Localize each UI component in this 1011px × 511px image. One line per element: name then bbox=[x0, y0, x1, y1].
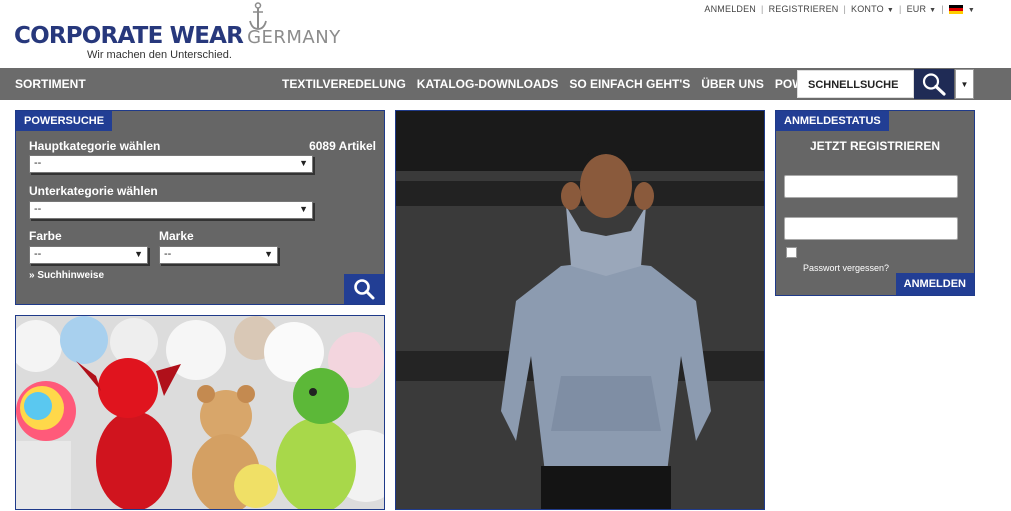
login-submit-button[interactable]: ANMELDEN bbox=[895, 273, 974, 295]
nav-items: TEXTILVEREDELUNG KATALOG-DOWNLOADS SO EI… bbox=[282, 77, 862, 91]
sub-category-select[interactable]: -- ▼ bbox=[29, 201, 313, 219]
hero-hoodie-model-image bbox=[396, 111, 764, 509]
register-now-heading[interactable]: JETZT REGISTRIEREN bbox=[776, 139, 974, 153]
username-input[interactable] bbox=[784, 175, 958, 198]
brand-label: Marke bbox=[159, 229, 194, 243]
caret-down-icon: ▼ bbox=[929, 7, 937, 15]
password-input[interactable] bbox=[784, 217, 958, 240]
plush-toys-image bbox=[16, 316, 384, 509]
separator: | bbox=[761, 4, 764, 15]
brand-logo[interactable]: CORPORATE WEAR GERMANY Wir machen den Unt… bbox=[14, 2, 340, 64]
chevron-down-icon: ▼ bbox=[134, 249, 143, 259]
nav-sortiment[interactable]: SORTIMENT bbox=[15, 77, 86, 91]
login-link[interactable]: ANMELDEN bbox=[704, 4, 756, 14]
chevron-down-icon: ▼ bbox=[264, 249, 273, 259]
article-count: 6089 Artikel bbox=[309, 139, 376, 153]
quick-search-input[interactable]: SCHNELLSUCHE bbox=[797, 70, 914, 98]
caret-down-icon: ▼ bbox=[886, 7, 895, 15]
chevron-down-icon: ▼ bbox=[299, 204, 308, 214]
brand-suffix: GERMANY bbox=[247, 27, 341, 48]
german-flag-icon bbox=[948, 5, 963, 15]
nav-so-einfach[interactable]: SO EINFACH GEHT'S bbox=[569, 77, 690, 91]
search-icon bbox=[354, 279, 375, 300]
sub-category-label: Unterkategorie wählen bbox=[29, 184, 158, 198]
quick-search-button[interactable] bbox=[914, 69, 954, 99]
main-category-select[interactable]: -- ▼ bbox=[29, 155, 313, 173]
plush-toys-banner[interactable] bbox=[15, 315, 385, 510]
powersearch-tag: POWERSUCHE bbox=[16, 111, 113, 131]
powersearch-panel: POWERSUCHE Hauptkategorie wählen 6089 Ar… bbox=[15, 110, 385, 305]
separator: | bbox=[899, 4, 902, 15]
login-status-tag: ANMELDESTATUS bbox=[776, 111, 889, 131]
main-category-label: Hauptkategorie wählen bbox=[29, 139, 161, 153]
hero-banner[interactable] bbox=[395, 110, 765, 510]
nav-ueber-uns[interactable]: ÜBER UNS bbox=[701, 77, 764, 91]
register-link[interactable]: REGISTRIEREN bbox=[769, 4, 839, 14]
color-label: Farbe bbox=[29, 229, 62, 243]
chevron-down-icon: ▼ bbox=[299, 158, 308, 168]
color-select[interactable]: -- ▼ bbox=[29, 246, 148, 264]
search-hints-link[interactable]: » Suchhinweise bbox=[29, 270, 104, 281]
top-utility-nav: ANMELDEN | REGISTRIEREN | KONTO ▼ | EUR ▼ … bbox=[704, 4, 975, 15]
search-icon bbox=[922, 73, 946, 96]
nav-katalog-downloads[interactable]: KATALOG-DOWNLOADS bbox=[417, 77, 559, 91]
separator: | bbox=[843, 4, 847, 15]
language-menu[interactable]: ▼ bbox=[948, 4, 975, 15]
caret-down-icon: ▼ bbox=[967, 7, 975, 14]
powersearch-submit-button[interactable] bbox=[344, 274, 384, 304]
remember-checkbox[interactable] bbox=[786, 247, 797, 258]
brand-select[interactable]: -- ▼ bbox=[159, 246, 278, 264]
forgot-password-link[interactable]: Passwort vergessen? bbox=[803, 263, 889, 273]
brand-tagline: Wir machen den Unterschied. bbox=[87, 49, 232, 61]
separator: | bbox=[941, 4, 944, 15]
login-panel: ANMELDESTATUS JETZT REGISTRIEREN Passwor… bbox=[775, 110, 975, 296]
account-menu[interactable]: KONTO ▼ bbox=[851, 4, 894, 14]
quick-search-dropdown[interactable]: ▼ bbox=[955, 69, 974, 99]
nav-textilveredelung[interactable]: TEXTILVEREDELUNG bbox=[282, 77, 406, 91]
currency-menu[interactable]: EUR ▼ bbox=[907, 4, 937, 14]
brand-name: CORPORATE WEAR GERMANY bbox=[14, 23, 341, 49]
caret-down-icon: ▼ bbox=[960, 79, 969, 89]
